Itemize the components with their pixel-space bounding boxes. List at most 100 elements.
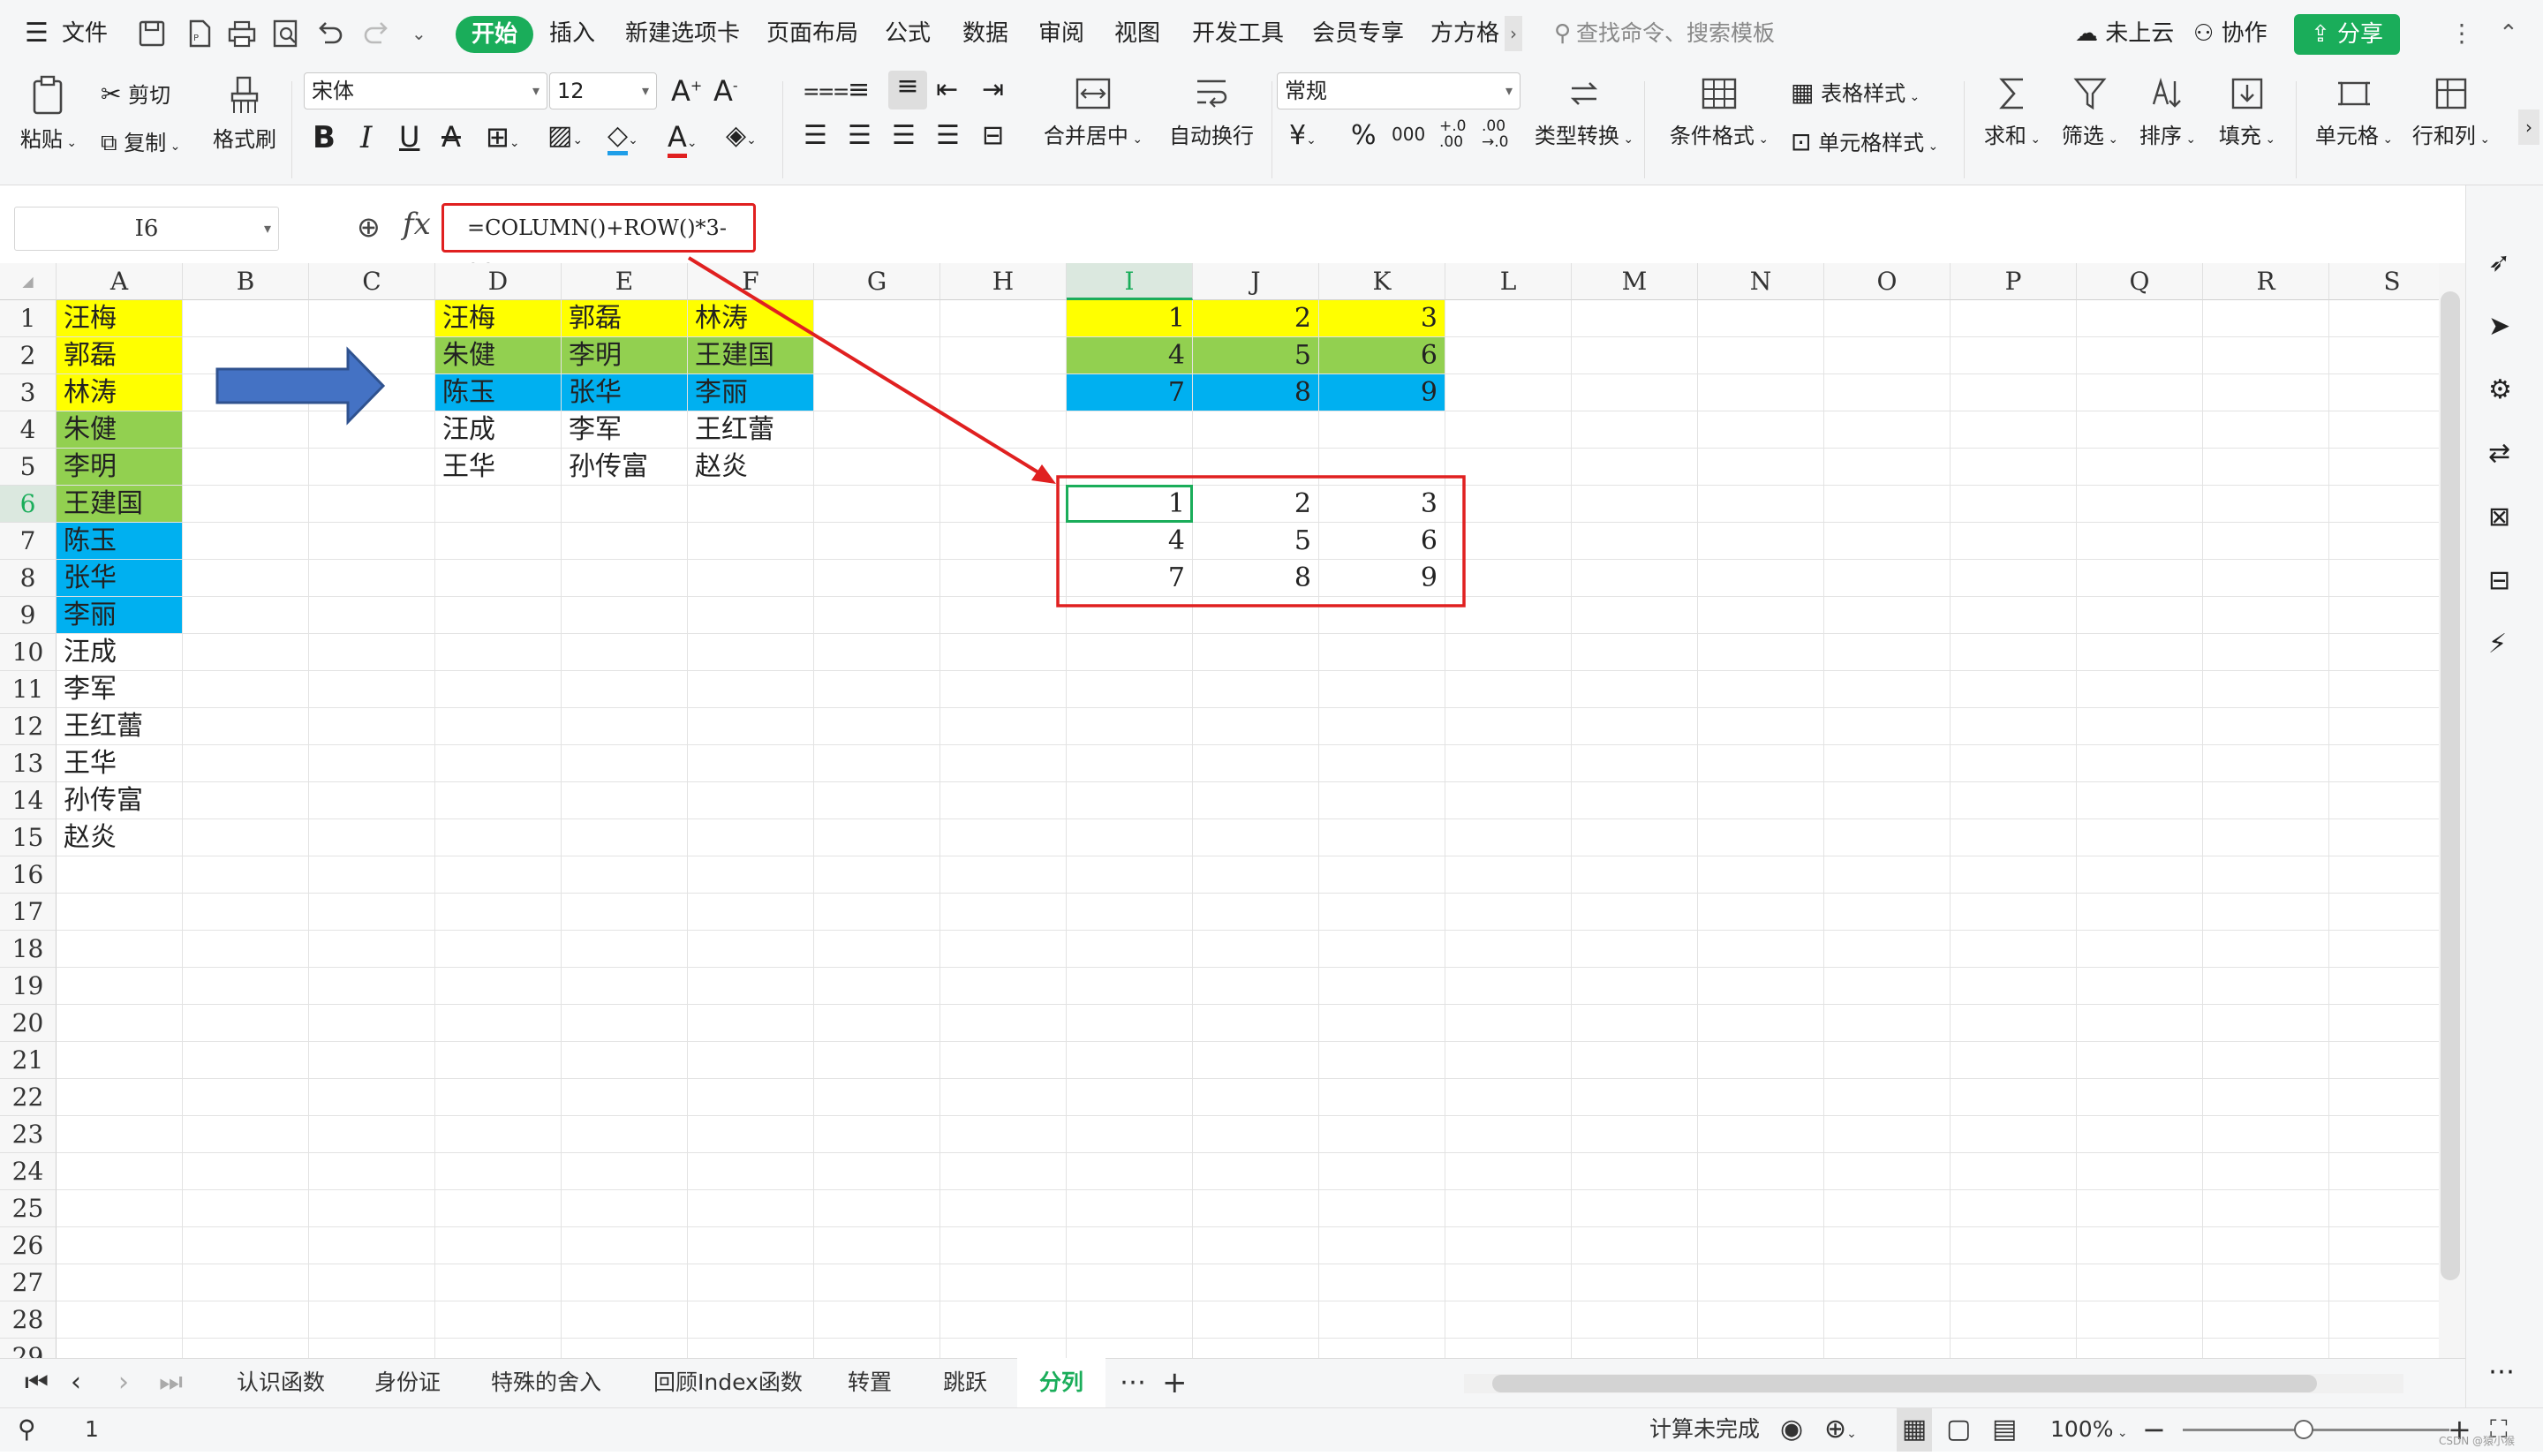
cell-p24[interactable]: [1951, 1153, 2077, 1190]
cell-p23[interactable]: [1951, 1116, 2077, 1153]
cell-d19[interactable]: [435, 968, 562, 1005]
cell-i13[interactable]: [1067, 745, 1193, 782]
cell-h23[interactable]: [940, 1116, 1067, 1153]
cell-e3[interactable]: 张华: [562, 374, 688, 411]
cell-n7[interactable]: [1698, 523, 1824, 560]
cell-p6[interactable]: [1951, 486, 2077, 523]
cell-f7[interactable]: [688, 523, 814, 560]
cell-e24[interactable]: [562, 1153, 688, 1190]
cell-r16[interactable]: [2203, 856, 2329, 894]
cell-m16[interactable]: [1572, 856, 1698, 894]
cell-h10[interactable]: [940, 634, 1067, 671]
cell-d13[interactable]: [435, 745, 562, 782]
cell-o25[interactable]: [1824, 1190, 1951, 1227]
cloud-status[interactable]: ☁ 未上云: [2075, 0, 2174, 67]
cell-q3[interactable]: [2077, 374, 2203, 411]
book-search-icon[interactable]: ⊟: [2488, 565, 2520, 597]
cell-k12[interactable]: [1319, 708, 1445, 745]
cell-j10[interactable]: [1193, 634, 1319, 671]
cell-m9[interactable]: [1572, 597, 1698, 634]
cell-c7[interactable]: [309, 523, 435, 560]
cell-s21[interactable]: [2329, 1042, 2439, 1079]
cell-j21[interactable]: [1193, 1042, 1319, 1079]
column-header-k[interactable]: K: [1319, 263, 1445, 300]
row-header-27[interactable]: 27: [0, 1264, 57, 1301]
cell-d20[interactable]: [435, 1005, 562, 1042]
cell-k3[interactable]: 9: [1319, 374, 1445, 411]
cell-e16[interactable]: [562, 856, 688, 894]
cell-c25[interactable]: [309, 1190, 435, 1227]
cell-d14[interactable]: [435, 782, 562, 819]
row-header-10[interactable]: 10: [0, 634, 57, 671]
cell-c27[interactable]: [309, 1264, 435, 1301]
cell-q26[interactable]: [2077, 1227, 2203, 1264]
cell-c15[interactable]: [309, 819, 435, 856]
row-header-11[interactable]: 11: [0, 671, 57, 708]
cell-d21[interactable]: [435, 1042, 562, 1079]
cell-g14[interactable]: [814, 782, 940, 819]
cell-l9[interactable]: [1445, 597, 1572, 634]
more-sheets-icon[interactable]: ⋯: [1120, 1358, 1146, 1407]
cell-e18[interactable]: [562, 931, 688, 968]
cell-o7[interactable]: [1824, 523, 1951, 560]
cell-j13[interactable]: [1193, 745, 1319, 782]
cell-f12[interactable]: [688, 708, 814, 745]
cell-f29[interactable]: [688, 1339, 814, 1358]
cell-p16[interactable]: [1951, 856, 2077, 894]
tab-member[interactable]: 会员专享: [1312, 0, 1404, 67]
row-header-14[interactable]: 14: [0, 782, 57, 819]
cell-a14[interactable]: 孙传富: [57, 782, 183, 819]
collapse-ribbon-icon[interactable]: ⌃: [2499, 0, 2518, 67]
cell-h16[interactable]: [940, 856, 1067, 894]
cell-p4[interactable]: [1951, 411, 2077, 449]
cell-e4[interactable]: 李军: [562, 411, 688, 449]
cell-p29[interactable]: [1951, 1339, 2077, 1358]
cell-m2[interactable]: [1572, 337, 1698, 374]
cell-b29[interactable]: [183, 1339, 309, 1358]
cell-o29[interactable]: [1824, 1339, 1951, 1358]
zoom-level[interactable]: 100% ⌄: [2050, 1407, 2128, 1452]
table-style-button[interactable]: ▦ 表格样式 ⌄: [1791, 76, 1920, 107]
cell-k4[interactable]: [1319, 411, 1445, 449]
cell-i9[interactable]: [1067, 597, 1193, 634]
cell-a7[interactable]: 陈玉: [57, 523, 183, 560]
cell-k9[interactable]: [1319, 597, 1445, 634]
page-break-view-icon[interactable]: ▤: [1992, 1407, 2017, 1452]
cell-p11[interactable]: [1951, 671, 2077, 708]
cell-m19[interactable]: [1572, 968, 1698, 1005]
cell-f6[interactable]: [688, 486, 814, 523]
cell-p2[interactable]: [1951, 337, 2077, 374]
cell-j26[interactable]: [1193, 1227, 1319, 1264]
cell-b16[interactable]: [183, 856, 309, 894]
cell-q8[interactable]: [2077, 560, 2203, 597]
save-icon[interactable]: [136, 18, 168, 49]
cell-c26[interactable]: [309, 1227, 435, 1264]
cell-h1[interactable]: [940, 300, 1067, 337]
cell-j8[interactable]: 8: [1193, 560, 1319, 597]
cell-p25[interactable]: [1951, 1190, 2077, 1227]
row-header-8[interactable]: 8: [0, 560, 57, 597]
cell-l2[interactable]: [1445, 337, 1572, 374]
cell-f1[interactable]: 林涛: [688, 300, 814, 337]
column-header-i[interactable]: I: [1067, 263, 1193, 300]
cell-a11[interactable]: 李军: [57, 671, 183, 708]
cell-k13[interactable]: [1319, 745, 1445, 782]
cell-e12[interactable]: [562, 708, 688, 745]
cell-e7[interactable]: [562, 523, 688, 560]
cell-d12[interactable]: [435, 708, 562, 745]
cell-p22[interactable]: [1951, 1079, 2077, 1116]
cell-s7[interactable]: [2329, 523, 2439, 560]
percent-icon[interactable]: %: [1351, 120, 1377, 151]
eye-protection-icon[interactable]: ◉: [1780, 1407, 1803, 1452]
row-header-23[interactable]: 23: [0, 1116, 57, 1153]
cell-j6[interactable]: 2: [1193, 486, 1319, 523]
cell-a10[interactable]: 汪成: [57, 634, 183, 671]
cell-q12[interactable]: [2077, 708, 2203, 745]
column-header-l[interactable]: L: [1445, 263, 1572, 300]
row-header-1[interactable]: 1: [0, 300, 57, 337]
cell-p14[interactable]: [1951, 782, 2077, 819]
tab-page-layout[interactable]: 页面布局: [766, 0, 858, 67]
cell-o28[interactable]: [1824, 1301, 1951, 1339]
cell-g21[interactable]: [814, 1042, 940, 1079]
column-header-f[interactable]: F: [688, 263, 814, 300]
